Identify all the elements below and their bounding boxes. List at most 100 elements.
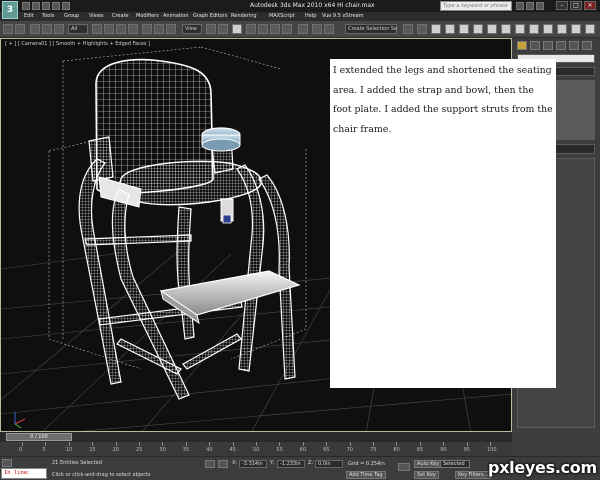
- menu-modifiers[interactable]: Modifiers: [136, 13, 159, 19]
- time-slider[interactable]: 0 / 100: [6, 433, 72, 441]
- undo-icon[interactable]: [3, 24, 13, 34]
- key-mode-dropdown[interactable]: Selected: [440, 460, 470, 468]
- snaps-toggle-icon[interactable]: [246, 24, 256, 34]
- align-icon[interactable]: [417, 24, 427, 34]
- menu-rendering[interactable]: Rendering: [231, 13, 257, 19]
- axis-tripod-icon: [14, 412, 26, 429]
- open-file-icon[interactable]: [32, 2, 40, 10]
- set-key-button[interactable]: Set Key: [414, 471, 439, 479]
- prompt-line: Click or click-and-drag to select object…: [52, 472, 151, 478]
- redo-icon[interactable]: [62, 2, 70, 10]
- menu-create[interactable]: Create: [112, 13, 129, 19]
- pivot-point-icon[interactable]: [206, 24, 216, 34]
- select-manipulate-icon[interactable]: [218, 24, 228, 34]
- scale-icon[interactable]: [166, 24, 176, 34]
- keyboard-shortcut-icon[interactable]: [232, 24, 242, 34]
- menu-help[interactable]: Help: [305, 13, 316, 19]
- material-editor-icon[interactable]: [487, 24, 497, 34]
- track-tick: [45, 442, 47, 446]
- menu-graph-editors[interactable]: Graph Editors: [193, 13, 227, 19]
- track-tick: [490, 442, 491, 446]
- selection-filter-dropdown[interactable]: All: [68, 24, 88, 34]
- viewport-label[interactable]: [ + ] [ Camera01 ] [ Smooth + Highlights…: [5, 41, 150, 47]
- track-tick-label: 50: [253, 447, 260, 453]
- description-note: I extended the legs and shortened the se…: [330, 59, 556, 388]
- align-icon[interactable]: [324, 24, 334, 34]
- undo-icon[interactable]: [52, 2, 60, 10]
- menu-views[interactable]: Views: [89, 13, 103, 19]
- menu-group[interactable]: Group: [64, 13, 79, 19]
- unlink-icon[interactable]: [42, 24, 52, 34]
- strap-buckle: [222, 214, 232, 224]
- spinner-snap-icon[interactable]: [282, 24, 292, 34]
- auto-key-button[interactable]: Auto Key: [414, 460, 443, 468]
- menu-edit[interactable]: Edit: [24, 13, 34, 19]
- schematic-view-icon[interactable]: [473, 24, 483, 34]
- lock-selection-icon[interactable]: [205, 460, 215, 468]
- display-tab-icon[interactable]: [569, 41, 579, 50]
- close-button[interactable]: ×: [584, 1, 596, 10]
- mirror-icon[interactable]: [403, 24, 413, 34]
- menu-maxscript[interactable]: MAXScript: [269, 13, 295, 19]
- curve-editor-icon[interactable]: [459, 24, 469, 34]
- menu-animation[interactable]: Animation: [163, 13, 189, 19]
- maxscript-mini-listener[interactable]: In line:: [1, 468, 47, 479]
- redo-icon[interactable]: [15, 24, 25, 34]
- minimize-button[interactable]: –: [556, 1, 568, 10]
- utilities-tab-icon[interactable]: [582, 41, 592, 50]
- percent-snap-icon[interactable]: [270, 24, 280, 34]
- render-setup-icon[interactable]: [501, 24, 511, 34]
- modify-tab-icon[interactable]: [530, 41, 540, 50]
- track-tick-label: 75: [370, 447, 377, 453]
- select-by-name-icon[interactable]: [104, 24, 114, 34]
- hierarchy-tab-icon[interactable]: [543, 41, 553, 50]
- star-icon[interactable]: [526, 2, 534, 10]
- search-input[interactable]: Type a keyword or phrase: [440, 1, 512, 11]
- add-time-tag-button[interactable]: Add Time Tag: [346, 471, 386, 479]
- track-tick: [279, 442, 281, 446]
- vue-xstream-icon[interactable]: [571, 24, 581, 34]
- z-coordinate-field[interactable]: 0.0in: [315, 460, 343, 468]
- track-bar[interactable]: 0 5 10 15 20 25 30 35 40 45 50 55 60 65 70 75 80 85 90 95 10…: [0, 442, 512, 456]
- layer-manager-icon[interactable]: [431, 24, 441, 34]
- angle-snap-icon[interactable]: [258, 24, 268, 34]
- track-tick: [302, 442, 304, 446]
- create-tab-icon[interactable]: [517, 41, 527, 50]
- maxscript-listener-button[interactable]: [2, 459, 12, 467]
- y-coordinate-field[interactable]: -1.233in: [277, 460, 305, 468]
- motion-tab-icon[interactable]: [556, 41, 566, 50]
- select-object-icon[interactable]: [92, 24, 102, 34]
- render-production-icon[interactable]: [529, 24, 539, 34]
- link-icon[interactable]: [30, 24, 40, 34]
- named-selection-dropdown[interactable]: Create Selection Se: [345, 24, 397, 34]
- key-filters-button[interactable]: Key Filters...: [455, 471, 492, 479]
- help-icon[interactable]: [536, 2, 544, 10]
- save-file-icon[interactable]: [42, 2, 50, 10]
- bind-space-warp-icon[interactable]: [54, 24, 64, 34]
- mirror-icon[interactable]: [312, 24, 322, 34]
- infocenter-icon[interactable]: [516, 2, 524, 10]
- window-crossing-icon[interactable]: [128, 24, 138, 34]
- track-tick-label: 30: [159, 447, 166, 453]
- x-coordinate-field[interactable]: -3.314in: [239, 460, 267, 468]
- menu-vue-xstream[interactable]: Vue 9.5 xStream: [322, 13, 364, 19]
- rectangular-selection-icon[interactable]: [116, 24, 126, 34]
- move-icon[interactable]: [142, 24, 152, 34]
- extra-tool-icon[interactable]: [585, 24, 595, 34]
- render-iterative-icon[interactable]: [543, 24, 553, 34]
- rendered-frame-window-icon[interactable]: [515, 24, 525, 34]
- track-tick-label: 40: [206, 447, 213, 453]
- app-logo-icon[interactable]: 3: [2, 1, 18, 19]
- menu-tools[interactable]: Tools: [42, 13, 54, 19]
- maximize-button[interactable]: □: [570, 1, 582, 10]
- graphite-ribbon-icon[interactable]: [445, 24, 455, 34]
- new-file-icon[interactable]: [22, 2, 30, 10]
- reference-coordinate-dropdown[interactable]: View: [182, 24, 202, 34]
- track-tick: [115, 442, 117, 446]
- track-tick: [373, 442, 374, 446]
- activeshade-icon[interactable]: [557, 24, 567, 34]
- edit-named-selection-icon[interactable]: [298, 24, 308, 34]
- rotate-icon[interactable]: [154, 24, 164, 34]
- absolute-mode-icon[interactable]: [218, 460, 228, 468]
- key-icon[interactable]: [398, 463, 410, 471]
